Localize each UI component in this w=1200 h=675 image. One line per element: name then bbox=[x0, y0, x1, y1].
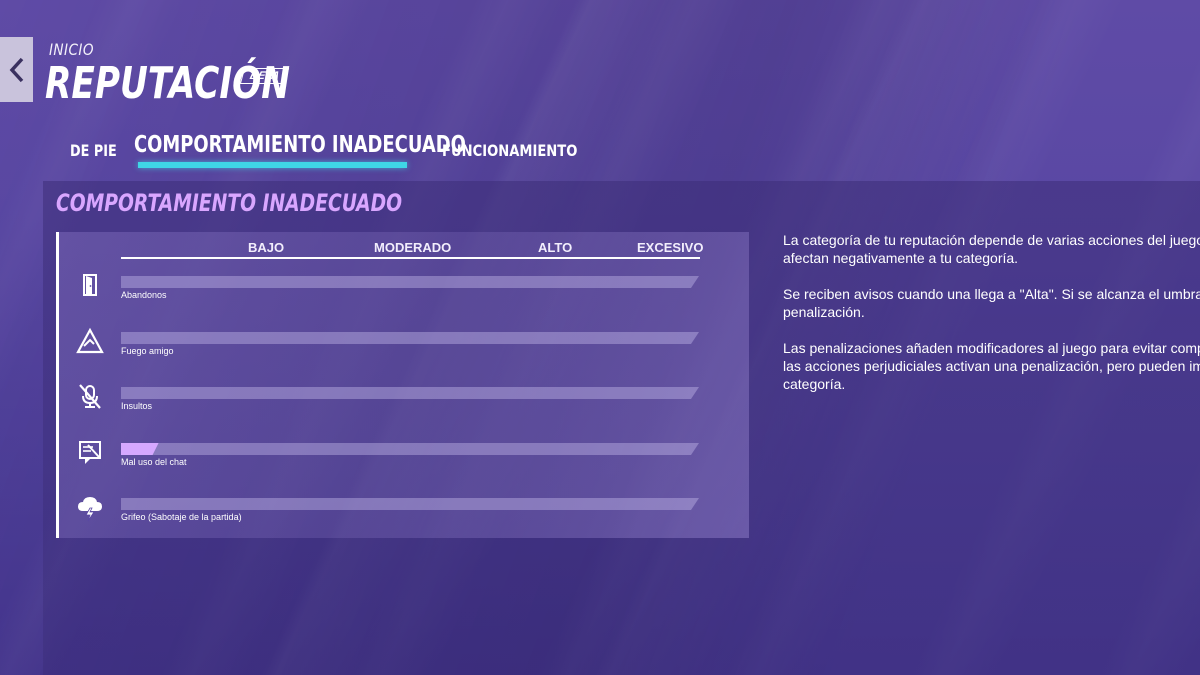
description-p1-line2: afectan negativamente a tu categoría. bbox=[783, 250, 1019, 266]
description-paragraph-1: La categoría de tu reputación depende de… bbox=[783, 231, 1200, 267]
tab-bar: DE PIE COMPORTAMIENTO INADECUADO FUNCION… bbox=[0, 128, 700, 172]
back-button[interactable] bbox=[0, 37, 33, 102]
door-icon bbox=[72, 267, 108, 303]
progress-bar-insultos bbox=[121, 387, 699, 399]
row-label-mal-uso-del-chat: Mal uso del chat bbox=[121, 457, 187, 467]
beta-badge: BETA bbox=[239, 68, 290, 84]
chevron-left-icon bbox=[9, 57, 23, 82]
progress-bar-fuego-amigo bbox=[121, 332, 699, 344]
row-label-fuego-amigo: Fuego amigo bbox=[121, 346, 174, 356]
level-label-bajo: BAJO bbox=[248, 240, 285, 255]
storm-cloud-icon bbox=[72, 489, 108, 525]
level-label-excesivo: EXCESIVO bbox=[637, 240, 704, 255]
level-label-alto: ALTO bbox=[538, 240, 573, 255]
description-p1-line1: La categoría de tu reputación depende de… bbox=[783, 232, 1200, 248]
muted-mic-icon bbox=[72, 378, 108, 414]
row-label-grifeo: Grifeo (Sabotaje de la partida) bbox=[121, 512, 242, 522]
progress-bar-abandonos bbox=[121, 276, 699, 288]
description-p3-line2: las acciones perjudiciales activan una p… bbox=[783, 358, 1200, 374]
breadcrumb[interactable]: INICIO bbox=[49, 40, 94, 59]
level-label-moderado: MODERADO bbox=[374, 240, 452, 255]
progress-bar-grifeo bbox=[121, 498, 699, 510]
row-label-insultos: Insultos bbox=[121, 401, 153, 411]
tab-de-pie[interactable]: DE PIE bbox=[70, 130, 117, 170]
tab-funcionamiento[interactable]: FUNCIONAMIENTO bbox=[442, 130, 577, 170]
description-panel: La categoría de tu reputación depende de… bbox=[783, 231, 1200, 411]
description-p3-line3: categoría. bbox=[783, 376, 846, 392]
triangle-icon bbox=[72, 323, 108, 359]
level-header-divider bbox=[121, 257, 700, 259]
description-p2-line1: Se reciben avisos cuando una llega a "Al… bbox=[783, 286, 1200, 302]
description-p2-line2: penalización. bbox=[783, 304, 865, 320]
tab-comportamiento-inadecuado[interactable]: COMPORTAMIENTO INADECUADO bbox=[134, 125, 466, 165]
description-paragraph-3: Las penalizaciones añaden modificadores … bbox=[783, 339, 1200, 393]
description-paragraph-2: Se reciben avisos cuando una llega a "Al… bbox=[783, 285, 1200, 321]
progress-bar-mal-uso-del-chat bbox=[121, 443, 699, 455]
section-title: COMPORTAMIENTO INADECUADO bbox=[56, 189, 403, 217]
progress-fill-mal-uso-del-chat bbox=[121, 443, 159, 455]
active-tab-indicator bbox=[138, 162, 407, 168]
chat-flag-icon bbox=[72, 434, 108, 470]
row-label-abandonos: Abandonos bbox=[121, 290, 167, 300]
description-p3-line1: Las penalizaciones añaden modificadores … bbox=[783, 340, 1200, 356]
